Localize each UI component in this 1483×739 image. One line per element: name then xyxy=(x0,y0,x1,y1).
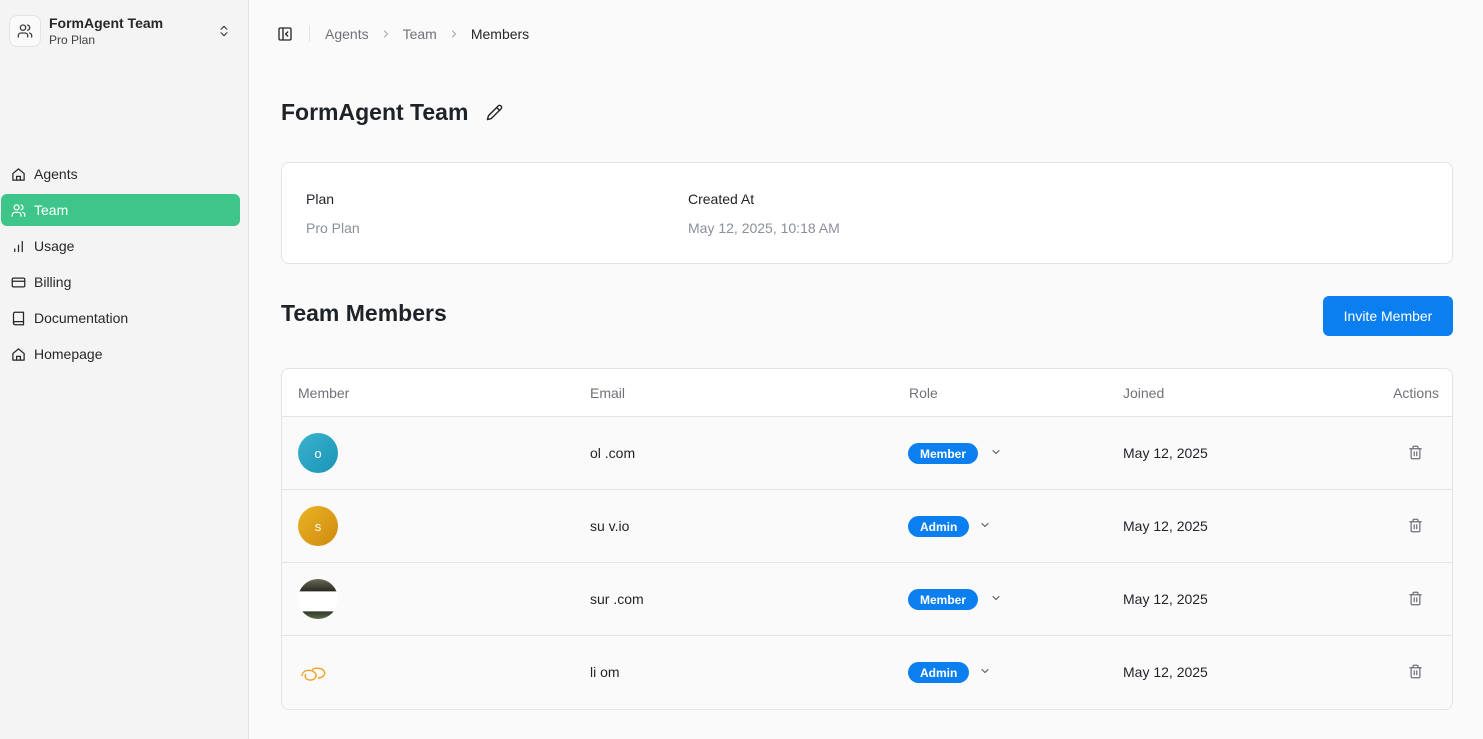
team-switcher[interactable]: FormAgent Team Pro Plan xyxy=(9,11,239,51)
breadcrumb-agents[interactable]: Agents xyxy=(325,26,369,42)
member-email: ol .com xyxy=(590,445,636,461)
role-badge[interactable]: Member xyxy=(908,589,979,610)
sidebar-item-homepage[interactable]: Homepage xyxy=(1,338,240,370)
plan-info: Plan Pro Plan xyxy=(306,191,360,236)
sidebar-item-label: Team xyxy=(34,202,69,218)
sidebar-item-team[interactable]: Team xyxy=(1,194,240,226)
sidebar-item-usage[interactable]: Usage xyxy=(1,230,240,262)
sidebar-toggle-icon[interactable] xyxy=(276,25,294,43)
divider xyxy=(309,26,310,42)
joined-date: May 12, 2025 xyxy=(1123,445,1208,461)
home-icon xyxy=(10,166,26,182)
avatar: s xyxy=(298,506,338,546)
topbar: Agents Team Members xyxy=(249,0,1483,68)
pencil-icon[interactable] xyxy=(486,104,503,121)
trash-icon[interactable] xyxy=(1408,445,1423,460)
column-joined: Joined xyxy=(1123,385,1165,401)
created-at-label: Created At xyxy=(688,191,755,207)
page-title: FormAgent Team xyxy=(281,98,469,125)
joined-date: May 12, 2025 xyxy=(1123,591,1208,607)
sidebar-item-billing[interactable]: Billing xyxy=(1,266,240,298)
column-member: Member xyxy=(298,385,350,401)
member-email: su v.io xyxy=(590,518,630,534)
home-icon xyxy=(10,346,26,362)
avatar xyxy=(298,652,408,692)
sidebar-item-label: Usage xyxy=(34,238,75,254)
invite-member-button[interactable]: Invite Member xyxy=(1323,296,1453,336)
breadcrumb-team[interactable]: Team xyxy=(403,26,437,42)
joined-date: May 12, 2025 xyxy=(1123,664,1208,680)
trash-icon[interactable] xyxy=(1408,664,1423,679)
chevron-down-icon[interactable] xyxy=(979,519,991,531)
team-plan: Pro Plan xyxy=(49,32,96,47)
table-row: sur .com Member May 12, 2025 xyxy=(282,563,1452,636)
breadcrumb: Agents Team Members xyxy=(325,26,529,42)
sidebar-item-agents[interactable]: Agents xyxy=(1,158,240,190)
trash-icon[interactable] xyxy=(1408,591,1423,606)
sidebar: FormAgent Team Pro Plan Agents Team Usag… xyxy=(0,0,249,739)
table-row: o ol .com Member May 12, 2025 xyxy=(282,417,1452,490)
table-row: s su v.io Admin May 12, 2025 xyxy=(282,490,1452,563)
member-email: li om xyxy=(590,664,620,680)
column-actions: Actions xyxy=(1393,385,1439,401)
chevron-right-icon xyxy=(448,28,460,40)
role-badge[interactable]: Member xyxy=(908,443,979,464)
chevron-down-icon[interactable] xyxy=(990,446,1002,458)
sidebar-item-label: Billing xyxy=(34,274,72,290)
table-row: li om Admin May 12, 2025 xyxy=(282,636,1452,709)
member-email: sur .com xyxy=(590,591,644,607)
sidebar-item-documentation[interactable]: Documentation xyxy=(1,302,240,334)
breadcrumb-members: Members xyxy=(470,26,530,42)
chevron-down-icon[interactable] xyxy=(979,665,991,677)
sidebar-item-label: Homepage xyxy=(34,346,103,362)
chevron-down-icon[interactable] xyxy=(990,592,1002,604)
column-role: Role xyxy=(909,385,938,401)
book-icon xyxy=(10,310,26,326)
bar-chart-icon xyxy=(10,238,26,254)
trash-icon[interactable] xyxy=(1408,518,1423,533)
chevron-right-icon xyxy=(380,28,392,40)
team-info-card: Plan Pro Plan Created At May 12, 2025, 1… xyxy=(281,162,1453,264)
users-icon xyxy=(9,15,41,47)
team-name: FormAgent Team xyxy=(49,14,164,31)
plan-value: Pro Plan xyxy=(306,220,360,236)
members-table: Member Email Role Joined Actions o ol .c… xyxy=(281,368,1453,710)
joined-date: May 12, 2025 xyxy=(1123,518,1208,534)
chevrons-up-down-icon xyxy=(217,23,231,44)
role-badge[interactable]: Admin xyxy=(908,516,970,537)
team-members-title: Team Members xyxy=(281,300,447,326)
role-badge[interactable]: Admin xyxy=(908,662,970,683)
plan-label: Plan xyxy=(306,191,335,207)
sidebar-item-label: Documentation xyxy=(34,310,129,326)
page-title-row: FormAgent Team xyxy=(281,96,503,128)
credit-card-icon xyxy=(10,274,26,290)
avatar xyxy=(298,579,338,619)
users-icon xyxy=(10,202,26,218)
table-header: Member Email Role Joined Actions xyxy=(282,369,1452,417)
sidebar-item-label: Agents xyxy=(34,166,78,182)
created-at-value: May 12, 2025, 10:18 AM xyxy=(688,220,840,236)
avatar: o xyxy=(298,433,338,473)
column-email: Email xyxy=(590,385,626,401)
created-at-info: Created At May 12, 2025, 10:18 AM xyxy=(688,191,840,236)
